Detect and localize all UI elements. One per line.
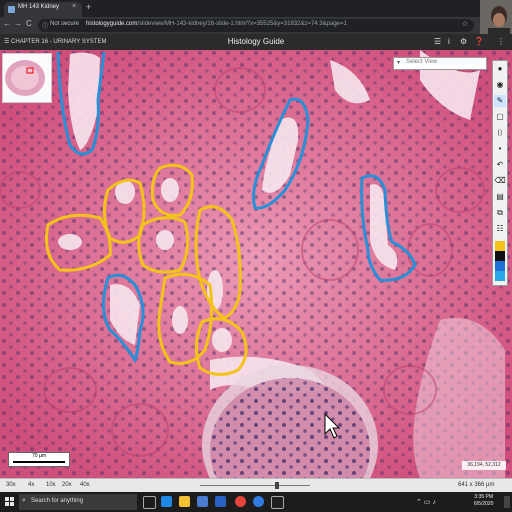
zoom-level-4x[interactable]: 4x	[28, 482, 34, 488]
chevron-down-icon: ▾	[397, 60, 401, 66]
search-icon: ⌕	[22, 497, 26, 504]
back-icon[interactable]: ←	[3, 19, 11, 28]
help-icon[interactable]: ❓	[474, 37, 484, 46]
zoom-slider[interactable]	[200, 482, 310, 489]
url-path: /slideview/MH-143-kidney/16-slide-1.html…	[137, 21, 347, 27]
scale-bar: 70 µm	[8, 452, 70, 467]
clock-time: 3:35 PM	[474, 494, 494, 500]
url-text: histologyguide.com/slideview/MH-143-kidn…	[86, 21, 347, 27]
dot-icon[interactable]: •	[494, 143, 506, 155]
reload-icon[interactable]: C	[26, 19, 32, 28]
thumbnail-image	[5, 60, 45, 96]
list-icon[interactable]: ☰	[434, 37, 441, 46]
edge-icon[interactable]	[161, 496, 172, 507]
undo-icon[interactable]: ↶	[494, 159, 506, 171]
system-tray-icons[interactable]: ⌃ ▭ ♪	[416, 498, 436, 506]
app-icon[interactable]	[271, 496, 284, 509]
url-input[interactable]: ⓘ Not secure histologyguide.com/slidevie…	[38, 19, 474, 32]
scale-line	[13, 461, 65, 463]
address-bar: ← → C ⓘ Not secure histologyguide.com/sl…	[0, 17, 512, 34]
copy-icon[interactable]: ⧉	[494, 207, 506, 219]
taskbar-search-input[interactable]: ⌕ Search for anything	[19, 494, 137, 510]
taskbar: ⌕ Search for anything ⌃ ▭ ♪ 3:35 PM 6/5/…	[0, 492, 512, 512]
rectangle-icon[interactable]: ▢	[494, 111, 506, 123]
chrome-icon[interactable]	[235, 496, 246, 507]
bookmark-star-icon[interactable]: ☆	[462, 20, 468, 28]
scale-label: 70 µm	[32, 453, 46, 459]
tab-title: MH 143 Kidney	[18, 4, 60, 10]
settings-icon[interactable]: ⚙	[460, 37, 467, 46]
webcam-overlay	[480, 0, 512, 34]
new-tab-button[interactable]: +	[86, 2, 91, 12]
zoom-app-icon[interactable]	[253, 496, 264, 507]
favicon-icon	[8, 6, 15, 13]
annotation-toolbar: ● ◉ ✎ ▢ ⌷ • ↶ ⌫ ▤ ⧉ ☷	[492, 60, 508, 286]
kidney-tissue-image[interactable]	[0, 50, 512, 478]
blue-swatch[interactable]	[495, 261, 505, 271]
color-swatches	[495, 241, 505, 281]
list-icon[interactable]: ☷	[494, 223, 506, 235]
clock-date: 6/5/2020	[474, 501, 494, 507]
trash-icon[interactable]: ⌫	[494, 175, 506, 187]
search-placeholder: Search for anything	[31, 498, 84, 504]
viewer-header: ☰ CHAPTER 16 - URINARY SYSTEM Histology …	[0, 34, 512, 51]
notification-icon[interactable]	[504, 496, 510, 508]
select-view-dropdown[interactable]: ▾ Select View	[393, 57, 487, 70]
tab-close-icon[interactable]: ×	[72, 3, 76, 10]
view-dimensions: 641 x 366 µm	[458, 482, 495, 488]
select-view-label: Select View	[406, 59, 438, 65]
taskbar-clock[interactable]: 3:35 PM 6/5/2020	[474, 494, 493, 508]
url-domain: histologyguide.com	[86, 21, 138, 27]
eye-icon[interactable]: ◉	[494, 79, 506, 91]
black-swatch[interactable]	[495, 251, 505, 261]
windows-start-icon[interactable]	[5, 497, 15, 507]
yellow-swatch[interactable]	[495, 241, 505, 251]
ruler-icon[interactable]: ⌷	[494, 127, 506, 139]
store-icon[interactable]	[197, 496, 208, 507]
task-view-icon[interactable]	[143, 496, 156, 509]
zoom-bar: 30x 4x 10x 20x 40x 641 x 366 µm	[0, 478, 512, 493]
zoom-level-10x[interactable]: 10x	[46, 482, 56, 488]
browser-tab-strip: MH 143 Kidney × +	[0, 0, 512, 17]
info-icon[interactable]: ⓘ	[42, 21, 48, 30]
file-explorer-icon[interactable]	[179, 496, 190, 507]
browser-tab[interactable]: MH 143 Kidney ×	[4, 2, 82, 17]
coordinate-readout: 36,194, 52,312	[462, 461, 506, 470]
slide-thumbnail-navigator[interactable]	[2, 53, 52, 103]
forward-icon[interactable]: →	[14, 19, 22, 28]
zoom-level-40x[interactable]: 40x	[80, 482, 90, 488]
mail-icon[interactable]	[215, 496, 226, 507]
slide-viewport[interactable]	[0, 50, 512, 478]
light-blue-swatch[interactable]	[495, 271, 505, 281]
paste-icon[interactable]: ▤	[494, 191, 506, 203]
info-icon[interactable]: i	[448, 37, 450, 46]
security-label: Not secure	[50, 21, 80, 27]
pin-icon[interactable]: ●	[494, 63, 506, 75]
zoom-slider-handle[interactable]	[275, 482, 279, 489]
presenter-video	[480, 0, 512, 34]
more-icon[interactable]: ⋮	[497, 37, 505, 46]
zoom-level-30x[interactable]: 30x	[6, 482, 16, 488]
zoom-level-20x[interactable]: 20x	[62, 482, 72, 488]
pen-icon[interactable]: ✎	[494, 95, 506, 107]
